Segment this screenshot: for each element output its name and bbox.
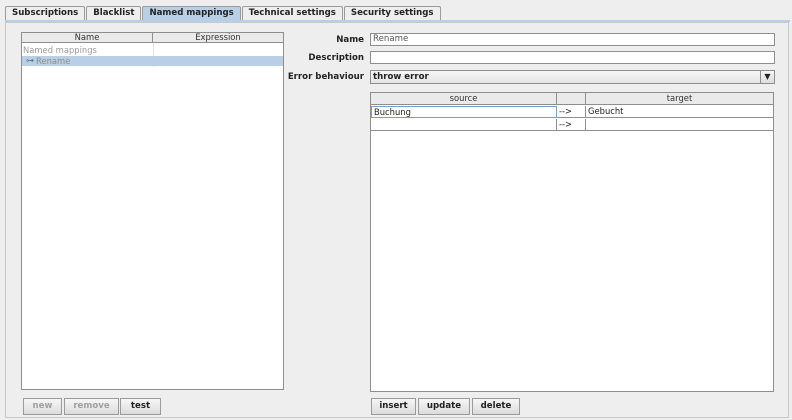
insert-button[interactable]: insert	[371, 398, 416, 415]
tree-node-rename[interactable]: ⊶ Rename	[22, 56, 283, 66]
table-cell-target[interactable]: Gebucht	[586, 106, 773, 118]
column-header-arrow[interactable]	[557, 93, 586, 105]
mapping-table[interactable]: source target Buchung --> Gebucht -->	[370, 92, 774, 392]
column-header-target[interactable]: target	[586, 93, 773, 105]
remove-button[interactable]: remove	[64, 398, 119, 415]
name-field[interactable]: Rename	[370, 33, 775, 46]
tab-named-mappings[interactable]: Named mappings	[142, 6, 241, 20]
test-button[interactable]: test	[120, 398, 161, 415]
tab-subscriptions[interactable]: Subscriptions	[5, 6, 86, 20]
tab-security-settings[interactable]: Security settings	[343, 6, 441, 20]
key-icon: ⊶	[26, 56, 34, 65]
table-cell-source[interactable]: Buchung	[371, 106, 557, 118]
column-header-source[interactable]: source	[371, 93, 557, 105]
delete-button[interactable]: delete	[472, 398, 520, 415]
chevron-down-icon[interactable]: ▼	[760, 71, 774, 83]
error-behaviour-select[interactable]: throw error ▼	[370, 70, 775, 84]
tree-node-label: Rename	[36, 56, 71, 66]
table-cell-arrow: -->	[557, 119, 586, 131]
error-behaviour-label: Error behaviour	[287, 72, 364, 82]
name-label: Name	[336, 35, 364, 45]
description-label: Description	[308, 53, 364, 63]
tree-root-label: Named mappings	[23, 45, 97, 55]
table-cell-source[interactable]	[371, 119, 557, 131]
tree-root-node[interactable]: Named mappings	[22, 45, 284, 55]
named-mappings-tree[interactable]: Name Expression Named mappings ⊶ Rename	[21, 32, 284, 390]
update-button[interactable]: update	[418, 398, 470, 415]
tab-technical-settings[interactable]: Technical settings	[241, 6, 343, 20]
table-cell-target[interactable]	[586, 119, 773, 131]
column-header-expression[interactable]: Expression	[153, 33, 283, 43]
new-button[interactable]: new	[23, 398, 62, 415]
tab-bar: Subscriptions Blacklist Named mappings T…	[5, 6, 442, 20]
column-header-name[interactable]: Name	[22, 33, 153, 43]
table-cell-arrow: -->	[557, 106, 586, 118]
tab-blacklist[interactable]: Blacklist	[86, 6, 142, 20]
error-behaviour-value: throw error	[373, 72, 429, 82]
description-field[interactable]	[370, 51, 775, 64]
